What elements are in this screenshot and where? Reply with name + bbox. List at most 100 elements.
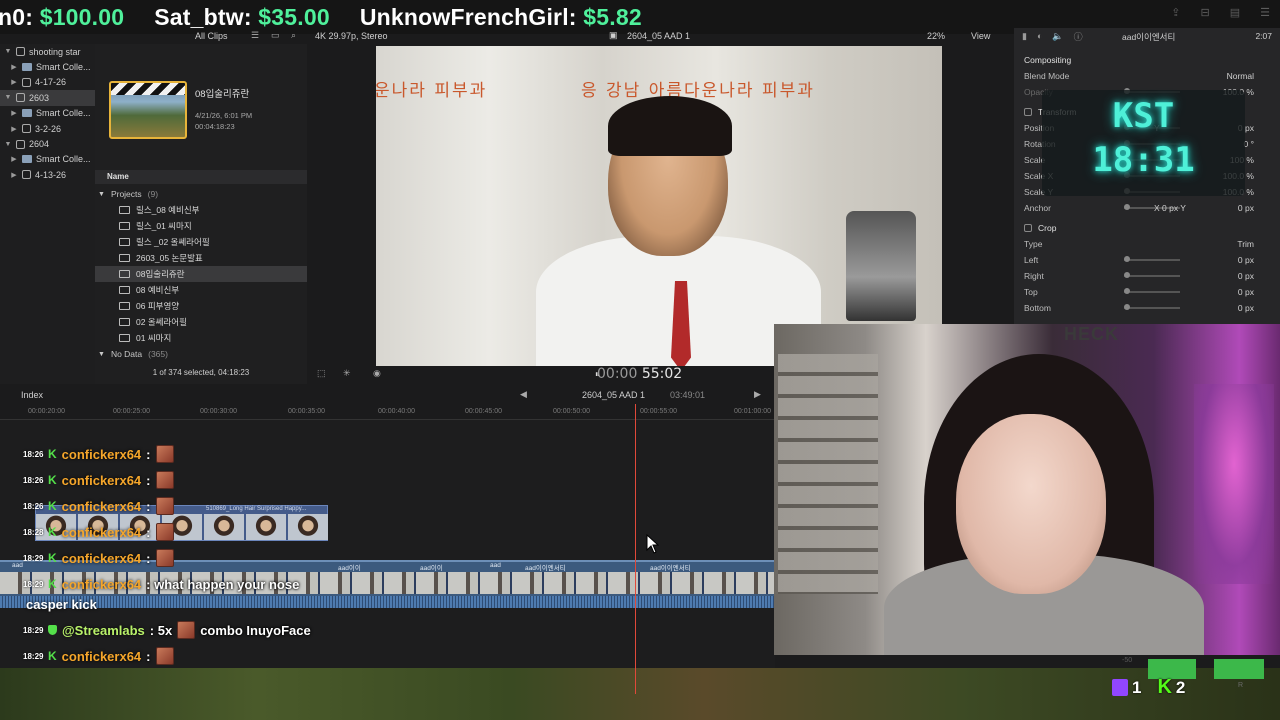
disclosure-triangle-icon[interactable]: ▶ [10,171,18,179]
video-inspector-icon[interactable]: ▮ [1022,31,1027,42]
inspector-value[interactable]: 0 px [1238,303,1254,313]
chat-emote-icon [155,471,174,489]
project-item[interactable]: 08 예비신부 [95,282,307,298]
library-item[interactable]: ▼ shooting star [0,44,95,59]
color-inspector-icon[interactable]: ◐ [1037,31,1042,41]
filter-dropdown[interactable]: All Clips [195,31,228,41]
inspector-row[interactable]: Crop [1024,220,1274,236]
timeline-ruler[interactable]: 00:00:20:00 00:00:25:00 00:00:30:00 00:00:3… [0,404,775,420]
library-item[interactable]: ▶ Smart Colle... [0,59,95,74]
project-item[interactable]: 릴스_01 씨마지 [95,218,307,234]
keyword-icon[interactable]: ⊟ [1201,6,1210,19]
column-header-name[interactable]: Name [95,170,307,184]
inspector-row[interactable]: Blend Mode Normal [1024,68,1274,84]
project-group[interactable]: ▼ No Data (365) [95,346,307,362]
disclosure-triangle-icon[interactable]: ▼ [4,94,12,101]
doctor-hair [608,96,732,156]
checkbox[interactable] [1024,224,1032,232]
disclosure-triangle-icon[interactable]: ▶ [10,78,18,86]
inspector-row[interactable]: Compositing [1024,52,1274,68]
chat-message: 18:29 @Streamlabs: 5x combo InuyoFace [23,619,311,641]
inspector-key: Compositing [1024,55,1072,65]
inspector-row[interactable]: Anchor X 0 px Y 0 px [1024,200,1274,216]
project-item[interactable]: 08입술리쥬란 [95,266,307,282]
layout-icon[interactable]: ▤ [1230,6,1240,19]
viewer-timecode: 00:00 55:02 [597,366,682,382]
library-item[interactable]: ▼ 2604 [0,136,95,151]
inspector-row[interactable]: Bottom 0 px [1024,300,1274,316]
transform-icon[interactable]: ⬚ [317,368,326,379]
chat-username[interactable]: confickerx64 [62,525,142,540]
inspector-slider[interactable] [1124,256,1180,262]
info-inspector-icon[interactable]: ⓘ [1074,30,1083,43]
inspector-value[interactable]: 0 ° [1244,139,1255,149]
disclosure-triangle-icon[interactable]: ▶ [10,155,18,163]
index-button[interactable]: Index [21,390,43,400]
timeline-project-name[interactable]: 2604_05 AAD 1 [582,390,645,400]
project-group[interactable]: ▼ Projects (9) [95,186,307,202]
chat-username[interactable]: confickerx64 [62,649,142,664]
track-clip-label: aad [12,562,23,569]
library-item[interactable]: ▶ 4-17-26 [0,75,95,90]
filmstrip-icon[interactable]: ▭ [271,30,280,41]
audio-inspector-icon[interactable]: 🔈 [1052,31,1063,42]
settings-icon[interactable]: ☰ [1260,6,1270,19]
checkbox[interactable] [1024,108,1032,116]
inspector-slider[interactable] [1124,288,1180,294]
back-arrow-icon[interactable]: ◀ [520,389,527,400]
library-item[interactable]: ▶ 4-13-26 [0,167,95,182]
inspector-row[interactable]: Type Trim [1024,236,1274,252]
view-menu[interactable]: View [971,31,990,41]
inspector-value[interactable]: Normal [1227,71,1254,81]
inspector-row[interactable]: Right 0 px [1024,268,1274,284]
project-item[interactable]: 릴스 _02 올쎄라어필 [95,234,307,250]
disclosure-triangle-icon[interactable]: ▶ [10,125,18,133]
chat-emote-icon [155,549,174,567]
clip-title: 08입술리쥬란 [195,89,250,100]
library-item[interactable]: ▶ Smart Colle... [0,106,95,121]
playhead[interactable] [635,404,636,694]
disclosure-triangle-icon[interactable]: ▼ [4,48,12,55]
inspector-value[interactable]: 0 px [1238,287,1254,297]
video-viewer[interactable]: 운나라 피부과 응 강남 아름다운나라 피부과 [376,46,942,366]
project-item[interactable]: 06 피부영양 [95,298,307,314]
disclosure-triangle-icon[interactable]: ▼ [4,141,12,148]
inspector-value[interactable]: 0 px [1238,255,1254,265]
disclosure-triangle-icon[interactable]: ▶ [10,109,18,117]
inspector-key: Bottom [1024,303,1051,313]
chat-username[interactable]: confickerx64 [62,577,142,592]
inspector-value[interactable]: 0 px [1238,203,1254,213]
inspector-row[interactable]: Left 0 px [1024,252,1274,268]
project-item[interactable]: 릴스_08 예비신부 [95,202,307,218]
library-item[interactable]: ▶ Smart Colle... [0,152,95,167]
chat-username[interactable]: confickerx64 [62,473,142,488]
speed-icon[interactable]: ◉ [373,368,381,379]
chat-username[interactable]: confickerx64 [62,551,142,566]
disclosure-triangle-icon[interactable]: ▶ [10,63,18,71]
disclosure-triangle-icon[interactable]: ▼ [98,191,105,198]
project-item[interactable]: 01 씨마지 [95,330,307,346]
inspector-value[interactable]: Trim [1237,239,1254,249]
library-item[interactable]: ▼ 2603 [0,90,95,106]
inspector-value[interactable]: 0 px [1238,271,1254,281]
search-icon[interactable]: ⌕ [291,30,296,41]
project-item[interactable]: 2603_05 논문발표 [95,250,307,266]
project-item[interactable]: 02 올쎄라어필 [95,314,307,330]
list-view-icon[interactable]: ☰ [251,30,259,41]
chat-username[interactable]: @Streamlabs [62,623,145,638]
inspector-row[interactable]: Top 0 px [1024,284,1274,300]
library-item[interactable]: ▶ 3-2-26 [0,121,95,136]
forward-arrow-icon[interactable]: ▶ [754,389,761,400]
zoom-dropdown[interactable]: 22% [927,31,945,41]
inspector-slider[interactable] [1124,272,1180,278]
clip-thumbnail[interactable] [109,81,187,139]
disclosure-triangle-icon[interactable]: ▼ [98,351,105,358]
inspector-slider[interactable] [1124,304,1180,310]
share-icon[interactable]: ⇪ [1171,6,1180,19]
project-icon [119,206,130,214]
chat-username[interactable]: confickerx64 [62,499,142,514]
magic-wand-icon[interactable]: ✳ [343,368,351,379]
chat-emote-icon [155,523,174,541]
chat-username[interactable]: confickerx64 [62,447,142,462]
library-item-label: 4-17-26 [35,77,67,88]
